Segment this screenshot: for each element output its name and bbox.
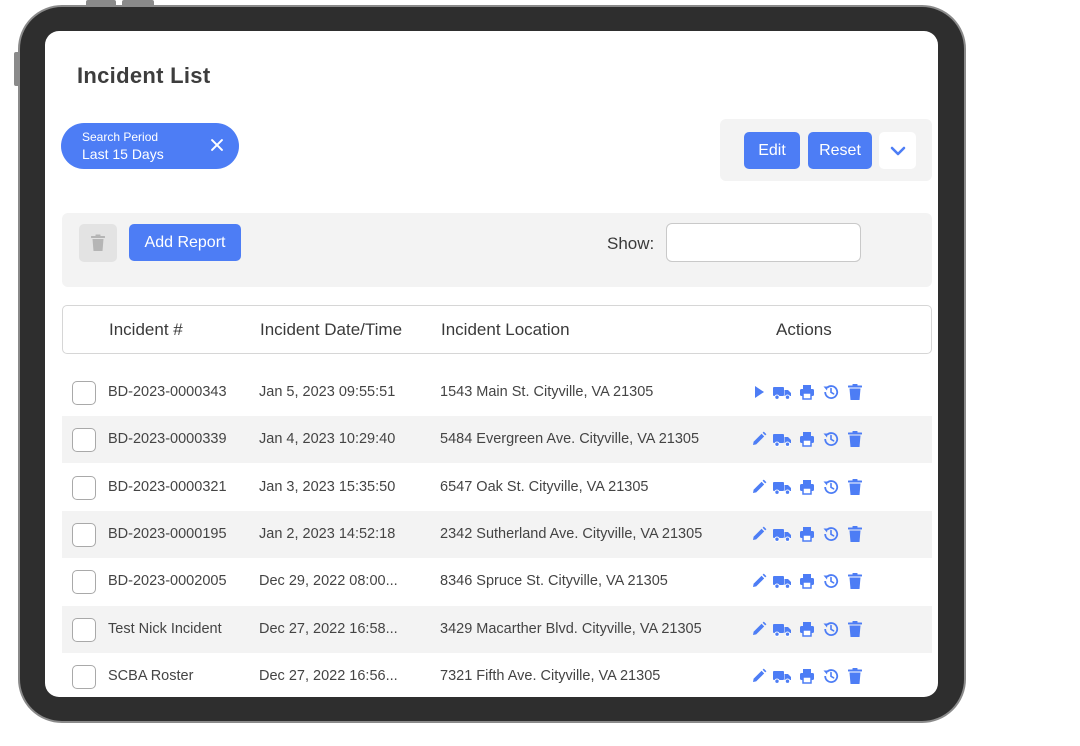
- page-title: Incident List: [77, 63, 211, 88]
- incident-date: Dec 27, 2022 16:56...: [259, 667, 398, 684]
- incident-location: 3429 Macarther Blvd. Cityville, VA 21305: [440, 620, 702, 637]
- tablet-top-button: [122, 0, 154, 5]
- table-row: BD-2023-0000195 Jan 2, 2023 14:52:18 234…: [62, 510, 932, 558]
- history-icon[interactable]: [822, 478, 840, 496]
- incident-number[interactable]: BD-2023-0000339: [108, 431, 227, 447]
- tablet-side-button: [14, 52, 19, 86]
- incident-date: Jan 2, 2023 14:52:18: [259, 525, 396, 542]
- show-input[interactable]: [666, 223, 861, 262]
- bulk-delete-button[interactable]: [79, 224, 117, 262]
- truck-icon[interactable]: [772, 478, 791, 496]
- pencil-icon[interactable]: [750, 667, 768, 685]
- trash-icon[interactable]: [846, 667, 864, 685]
- app-screen: Incident List Search Period Last 15 Days…: [45, 31, 938, 697]
- incident-number[interactable]: BD-2023-0000343: [108, 384, 227, 400]
- add-report-button[interactable]: Add Report: [129, 224, 241, 261]
- trash-icon[interactable]: [846, 383, 864, 401]
- incident-location: 2342 Sutherland Ave. Cityville, VA 21305: [440, 525, 703, 542]
- incident-date: Jan 3, 2023 15:35:50: [259, 478, 396, 495]
- incident-location: 6547 Oak St. Cityville, VA 21305: [440, 478, 649, 495]
- incident-date: Dec 27, 2022 16:58...: [259, 620, 398, 637]
- column-header-actions: Actions: [776, 320, 832, 339]
- printer-icon[interactable]: [798, 572, 816, 590]
- show-label: Show:: [607, 234, 655, 253]
- pencil-icon[interactable]: [750, 430, 768, 448]
- incident-number[interactable]: BD-2023-0000321: [108, 479, 227, 495]
- history-icon[interactable]: [822, 525, 840, 543]
- pencil-icon[interactable]: [750, 478, 768, 496]
- truck-icon[interactable]: [772, 525, 791, 543]
- trash-icon[interactable]: [846, 525, 864, 543]
- column-header-location[interactable]: Incident Location: [441, 320, 570, 340]
- chip-value: Last 15 Days: [82, 146, 164, 162]
- table-row: SCBA Roster Dec 27, 2022 16:56... 7321 F…: [62, 653, 932, 697]
- trash-icon: [91, 234, 105, 251]
- column-header-date[interactable]: Incident Date/Time: [260, 320, 402, 340]
- printer-icon[interactable]: [798, 478, 816, 496]
- tablet-top-button: [86, 0, 116, 5]
- trash-icon[interactable]: [846, 478, 864, 496]
- history-icon[interactable]: [822, 667, 840, 685]
- table-row: BD-2023-0000343 Jan 5, 2023 09:55:51 154…: [62, 369, 932, 416]
- truck-icon[interactable]: [772, 383, 791, 401]
- truck-icon[interactable]: [772, 430, 791, 448]
- printer-icon[interactable]: [798, 620, 816, 638]
- truck-icon[interactable]: [772, 620, 791, 638]
- expand-filters-button[interactable]: [879, 132, 916, 169]
- row-checkbox[interactable]: [72, 617, 96, 642]
- row-checkbox[interactable]: [72, 475, 96, 500]
- trash-icon[interactable]: [846, 620, 864, 638]
- history-icon[interactable]: [822, 430, 840, 448]
- pencil-icon[interactable]: [750, 572, 768, 590]
- truck-icon[interactable]: [772, 572, 791, 590]
- truck-icon[interactable]: [772, 667, 791, 685]
- table-row: BD-2023-0000321 Jan 3, 2023 15:35:50 654…: [62, 464, 932, 511]
- incident-date: Jan 4, 2023 10:29:40: [259, 431, 396, 448]
- row-checkbox[interactable]: [72, 428, 96, 453]
- incident-location: 7321 Fifth Ave. Cityville, VA 21305: [440, 667, 661, 684]
- edit-button[interactable]: Edit: [744, 132, 800, 169]
- incident-location: 5484 Evergreen Ave. Cityville, VA 21305: [440, 431, 700, 448]
- reset-button[interactable]: Reset: [808, 132, 872, 169]
- incident-number[interactable]: SCBA Roster: [108, 668, 193, 684]
- row-checkbox[interactable]: [72, 381, 96, 405]
- history-icon[interactable]: [822, 383, 840, 401]
- history-icon[interactable]: [822, 572, 840, 590]
- search-period-chip[interactable]: Search Period Last 15 Days: [61, 123, 239, 169]
- row-checkbox[interactable]: [72, 522, 96, 547]
- history-icon[interactable]: [822, 620, 840, 638]
- play-icon[interactable]: [750, 383, 768, 401]
- table-row: BD-2023-0002005 Dec 29, 2022 08:00... 83…: [62, 558, 932, 605]
- column-header-incident-number[interactable]: Incident #: [109, 320, 183, 340]
- table-action-bar: Add Report Show:: [62, 213, 932, 287]
- row-checkbox[interactable]: [72, 664, 96, 689]
- trash-icon[interactable]: [846, 430, 864, 448]
- row-checkbox[interactable]: [72, 570, 96, 595]
- chevron-down-icon: [890, 146, 905, 155]
- close-icon[interactable]: [209, 137, 225, 153]
- incident-number[interactable]: Test Nick Incident: [108, 621, 222, 637]
- incident-location: 8346 Spruce St. Cityville, VA 21305: [440, 573, 668, 590]
- incident-date: Dec 29, 2022 08:00...: [259, 573, 398, 590]
- pencil-icon[interactable]: [750, 620, 768, 638]
- trash-icon[interactable]: [846, 572, 864, 590]
- table-row: BD-2023-0000339 Jan 4, 2023 10:29:40 548…: [62, 416, 932, 464]
- incident-location: 1543 Main St. Cityville, VA 21305: [440, 384, 654, 400]
- printer-icon[interactable]: [798, 430, 816, 448]
- chip-caption: Search Period: [82, 130, 159, 144]
- incident-number[interactable]: BD-2023-0000195: [108, 526, 227, 542]
- printer-icon[interactable]: [798, 667, 816, 685]
- pencil-icon[interactable]: [750, 525, 768, 543]
- printer-icon[interactable]: [798, 525, 816, 543]
- table-header: Incident # Incident Date/Time Incident L…: [62, 305, 932, 354]
- incident-number[interactable]: BD-2023-0002005: [108, 573, 227, 589]
- table-row: Test Nick Incident Dec 27, 2022 16:58...…: [62, 605, 932, 653]
- filter-toolbar: Edit Reset: [720, 119, 932, 181]
- incident-date: Jan 5, 2023 09:55:51: [259, 384, 396, 400]
- printer-icon[interactable]: [798, 383, 816, 401]
